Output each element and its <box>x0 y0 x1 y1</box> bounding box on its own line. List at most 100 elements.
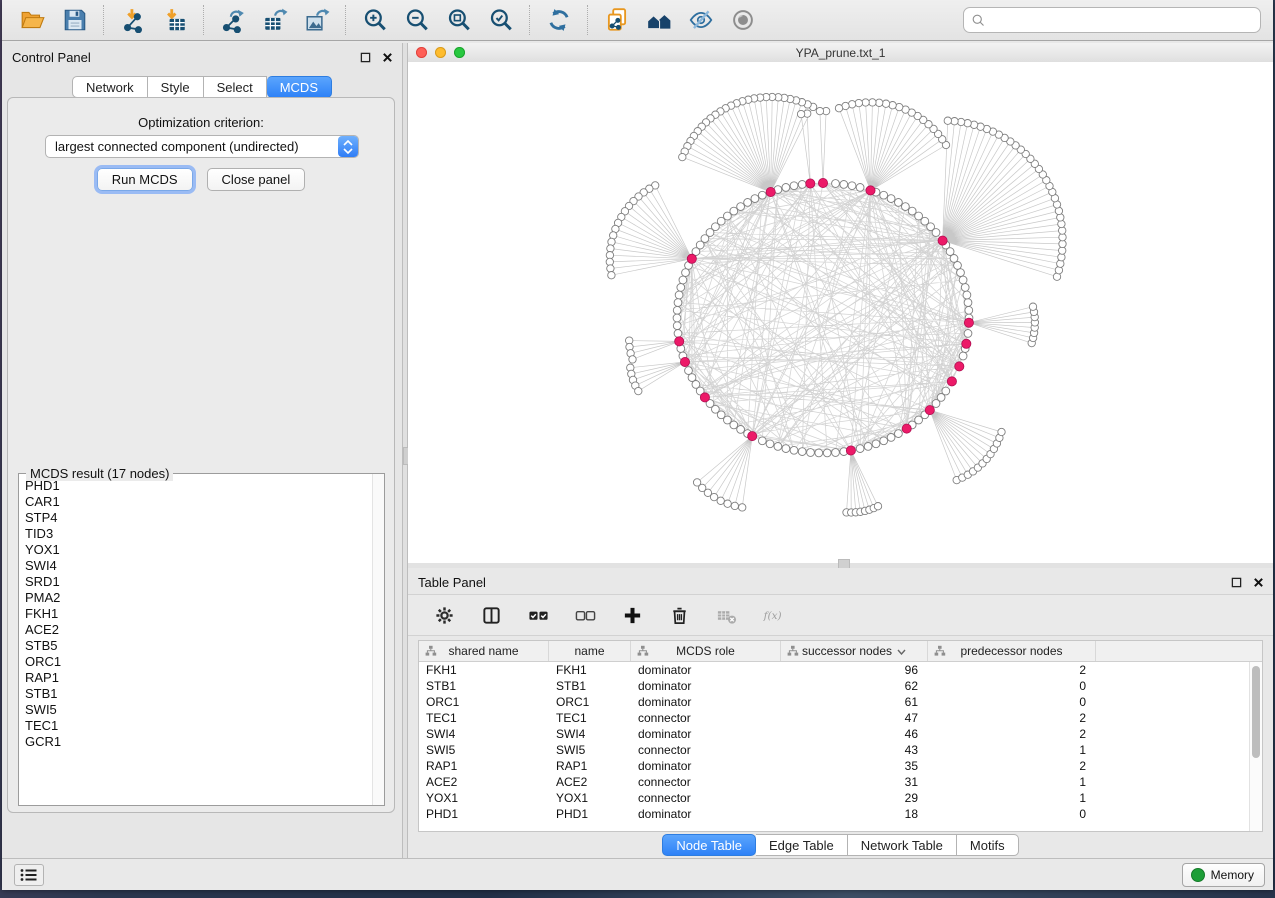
criterion-dropdown[interactable]: largest connected component (undirected) <box>45 135 359 158</box>
zoom-selected-icon[interactable] <box>481 2 521 38</box>
hide-eye-icon[interactable] <box>681 2 721 38</box>
import-network-icon[interactable] <box>113 2 153 38</box>
control-panel-title: Control Panel <box>12 50 91 65</box>
org-chart-icon <box>787 645 799 660</box>
column-header-predecessor-nodes[interactable]: predecessor nodes <box>928 641 1096 661</box>
table-row[interactable]: SWI5SWI5connector431 <box>419 742 1262 758</box>
org-chart-icon <box>934 645 946 660</box>
table-row[interactable]: YOX1YOX1connector291 <box>419 790 1262 806</box>
tab-network-table[interactable]: Network Table <box>848 834 957 856</box>
mcds-result-item[interactable]: RAP1 <box>25 670 373 686</box>
export-image-icon[interactable] <box>297 2 337 38</box>
table-tabs: Node TableEdge TableNetwork TableMotifs <box>662 834 1018 856</box>
gear-icon[interactable] <box>431 602 457 628</box>
close-table-panel-icon[interactable] <box>1252 576 1265 589</box>
tab-motifs[interactable]: Motifs <box>957 834 1019 856</box>
mcds-list-scrollbar[interactable] <box>372 474 384 805</box>
table-row[interactable]: TEC1TEC1connector472 <box>419 710 1262 726</box>
clone-network-icon[interactable] <box>597 2 637 38</box>
column-header-MCDS-role[interactable]: MCDS role <box>631 641 781 661</box>
mcds-result-item[interactable]: SWI4 <box>25 558 373 574</box>
table-row[interactable]: PHD1PHD1dominator180 <box>419 806 1262 822</box>
float-table-panel-icon[interactable] <box>1230 576 1243 589</box>
search-box[interactable] <box>963 7 1261 33</box>
tab-edge-table[interactable]: Edge Table <box>756 834 848 856</box>
mcds-result-item[interactable]: FKH1 <box>25 606 373 622</box>
mcds-result-item[interactable]: STB1 <box>25 686 373 702</box>
control-panel: Control Panel NetworkStyleSelectMCDS Opt… <box>2 43 402 858</box>
refresh-icon[interactable] <box>539 2 579 38</box>
table-row[interactable]: ORC1ORC1dominator610 <box>419 694 1262 710</box>
zoom-in-icon[interactable] <box>355 2 395 38</box>
mcds-result-item[interactable]: PMA2 <box>25 590 373 606</box>
org-chart-icon <box>637 645 649 660</box>
mcds-result-item[interactable]: ACE2 <box>25 622 373 638</box>
toolbar-separator <box>103 5 105 35</box>
mcds-result-item[interactable]: ORC1 <box>25 654 373 670</box>
column-header-successor-nodes[interactable]: successor nodes <box>781 641 928 661</box>
function-icon: f(x) <box>760 602 786 628</box>
import-table-icon[interactable] <box>155 2 195 38</box>
table-row[interactable]: FKH1FKH1dominator962 <box>419 662 1262 678</box>
tab-style[interactable]: Style <box>148 76 204 98</box>
delete-icon[interactable] <box>666 602 692 628</box>
table-row[interactable]: SWI4SWI4dominator462 <box>419 726 1262 742</box>
mcds-result-group: MCDS result (17 nodes) PHD1CAR1STP4TID3Y… <box>18 466 385 806</box>
table-panel: Table Panel f(x) shared namenameMCDS rol… <box>408 568 1273 858</box>
table-row[interactable]: RAP1RAP1dominator352 <box>419 758 1262 774</box>
columns-icon[interactable] <box>478 602 504 628</box>
table-row[interactable]: STB1STB1dominator620 <box>419 678 1262 694</box>
clear-table-icon <box>713 602 739 628</box>
open-folder-icon[interactable] <box>13 2 53 38</box>
add-icon[interactable] <box>619 602 645 628</box>
memory-status-icon <box>1191 868 1205 882</box>
table-toolbar: f(x) <box>408 594 1273 636</box>
deselect-all-icon[interactable] <box>572 602 598 628</box>
close-panel-button[interactable]: Close panel <box>207 168 306 191</box>
network-canvas[interactable] <box>408 62 1273 563</box>
tab-network[interactable]: Network <box>72 76 148 98</box>
run-mcds-button[interactable]: Run MCDS <box>97 168 193 191</box>
mcds-result-item[interactable]: TID3 <box>25 526 373 542</box>
task-history-button[interactable] <box>14 864 44 886</box>
search-input[interactable] <box>986 9 1260 31</box>
mcds-result-item[interactable]: CAR1 <box>25 494 373 510</box>
table-scrollbar <box>1249 662 1262 831</box>
memory-button[interactable]: Memory <box>1182 863 1265 887</box>
table-scrollbar-thumb[interactable] <box>1252 666 1260 758</box>
export-table-icon[interactable] <box>255 2 295 38</box>
tab-select[interactable]: Select <box>204 76 267 98</box>
table-row[interactable]: ACE2ACE2connector311 <box>419 774 1262 790</box>
network-window: YPA_prune.txt_1 <box>408 43 1273 563</box>
tab-mcds[interactable]: MCDS <box>267 76 332 98</box>
mcds-result-item[interactable]: SRD1 <box>25 574 373 590</box>
close-panel-icon[interactable] <box>381 51 394 64</box>
mcds-result-item[interactable]: STB5 <box>25 638 373 654</box>
search-icon <box>971 13 986 28</box>
list-icon <box>20 868 38 882</box>
criterion-label: Optimization criterion: <box>8 115 394 130</box>
mcds-result-item[interactable]: YOX1 <box>25 542 373 558</box>
export-network-icon[interactable] <box>213 2 253 38</box>
network-title: YPA_prune.txt_1 <box>408 46 1273 60</box>
org-chart-icon <box>425 645 437 660</box>
mcds-result-item[interactable]: GCR1 <box>25 734 373 750</box>
column-header-shared-name[interactable]: shared name <box>419 641 549 661</box>
toolbar-separator <box>345 5 347 35</box>
home-icon[interactable] <box>639 2 679 38</box>
tab-node-table[interactable]: Node Table <box>662 834 756 856</box>
sort-desc-icon <box>897 644 906 658</box>
mcds-result-item[interactable]: STP4 <box>25 510 373 526</box>
criterion-value: largest connected component (undirected) <box>46 139 338 154</box>
zoom-fit-icon[interactable] <box>439 2 479 38</box>
toolbar-separator <box>203 5 205 35</box>
select-all-icon[interactable] <box>525 602 551 628</box>
save-icon[interactable] <box>55 2 95 38</box>
memory-label: Memory <box>1211 868 1254 882</box>
zoom-out-icon[interactable] <box>397 2 437 38</box>
float-panel-icon[interactable] <box>359 51 372 64</box>
mcds-result-item[interactable]: TEC1 <box>25 718 373 734</box>
column-header-name[interactable]: name <box>549 641 631 661</box>
mcds-result-item[interactable]: SWI5 <box>25 702 373 718</box>
table-panel-title: Table Panel <box>418 575 486 590</box>
